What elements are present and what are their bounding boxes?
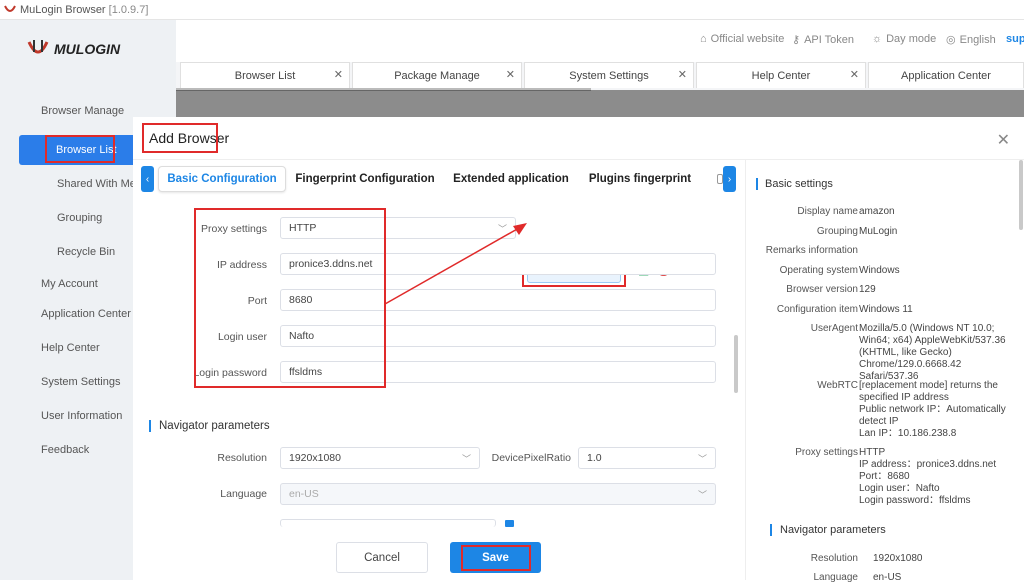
close-icon[interactable]: ✕ [506,68,515,81]
summary-value: en-US [873,572,902,583]
official-website-label: Official website [710,33,785,45]
summary-label: Grouping [816,226,858,237]
brand-logo: MULOGIN [26,38,120,60]
window-title: MuLogin Browser [20,3,106,16]
sidebar-item-grouping[interactable]: Grouping [57,212,102,224]
dpr-label: DevicePixelRatio [491,452,571,464]
sidebar-item-browser-manage[interactable]: Browser Manage [41,105,124,117]
summary-value: Windows 11 [859,304,913,315]
summary-value: Windows [859,265,900,276]
mulogin-logo-icon [4,5,16,12]
summary-scrollbar[interactable] [1019,160,1023,230]
tab-browser-list[interactable]: Browser List ✕ [180,62,350,88]
window-version: [1.0.9.7] [108,3,149,16]
tab-application-center[interactable]: Application Center [868,62,1024,88]
annotation-arrow [384,223,527,305]
close-icon[interactable]: ✕ [850,68,859,81]
sidebar-item-feedback[interactable]: Feedback [41,444,89,456]
summary-label: Language [813,572,859,583]
tab-help-center[interactable]: Help Center ✕ [696,62,866,88]
tab-label: Package Manage [394,69,480,82]
tab-label: System Settings [569,69,649,82]
tab-system-settings[interactable]: System Settings ✕ [524,62,694,88]
summary-value: [replacement mode] returns the specified… [859,380,1006,439]
vertical-scrollbar[interactable] [734,335,738,393]
tab-label: Help Center [751,69,811,82]
section-marker [149,420,151,432]
dpr-select[interactable]: 1.0 ﹀ [578,447,716,469]
summary-value: MuLogin [859,226,898,237]
add-browser-modal: Add Browser ✕ ‹ Basic Configuration Fing… [133,117,1024,583]
day-mode-toggle[interactable]: ☼ Day mode [872,33,936,45]
resolution-label: Resolution [217,452,267,464]
language-label: Language [220,488,267,500]
modal-header: Add Browser ✕ [133,117,1024,160]
section-marker [770,524,772,536]
mulogin-brand-icon [27,40,49,54]
save-highlight [461,545,531,571]
summary-label: Remarks information [765,245,858,256]
section-marker [756,178,758,190]
close-icon[interactable]: ✕ [997,130,1010,150]
browser-list-highlight [45,135,115,163]
navigator-section-title: Navigator parameters [159,420,270,432]
summary-value: amazon [859,206,895,217]
summary-label: Resolution [810,553,858,564]
sidebar-item-user-info[interactable]: User Information [41,410,122,422]
close-icon[interactable]: ✕ [678,68,687,81]
language-label: English [959,33,996,46]
sidebar-item-help[interactable]: Help Center [41,342,100,354]
chevron-down-icon: ﹀ [697,454,707,464]
day-mode-label: Day mode [886,33,937,45]
sidebar-item-system-settings[interactable]: System Settings [41,376,120,388]
sun-icon: ☼ [872,33,883,45]
summary-label: Operating system [779,265,858,276]
resolution-select[interactable]: 1920x1080 ﹀ [280,447,480,469]
summary-value: 129 [859,284,876,295]
summary-pane: Basic settings Display name amazon Group… [745,160,1024,583]
api-token-link[interactable]: ⚷ API Token [792,33,855,47]
sidebar-item-shared[interactable]: Shared With Me [57,178,136,190]
window-titlebar: MuLogin Browser [1.0.9.7] [0,0,1024,20]
tab-label: Application Center [901,69,991,82]
chevron-down-icon: ﹀ [697,490,707,500]
sidebar-item-recycle[interactable]: Recycle Bin [57,246,115,258]
summary-value: 1920x1080 [873,553,923,564]
config-pane: ‹ Basic Configuration Fingerprint Config… [133,160,745,580]
sidebar-item-account[interactable]: My Account [41,278,98,290]
title-highlight [142,123,218,153]
globe-icon: ◎ [946,34,956,46]
home-icon: ⌂ [700,33,707,45]
resolution-value: 1920x1080 [289,452,341,464]
basic-settings-title: Basic settings [765,178,833,190]
summary-label: Proxy settings [795,447,858,458]
official-website-link[interactable]: ⌂ Official website [700,33,784,45]
partial-input[interactable] [280,519,496,527]
dpr-value: 1.0 [587,452,602,464]
user-key-icon: ⚷ [792,34,801,46]
summary-label: WebRTC [817,380,858,391]
cancel-button[interactable]: Cancel [336,542,428,573]
summary-label: UserAgent [810,323,858,334]
sidebar-item-app-center[interactable]: Application Center [41,308,131,320]
language-select[interactable]: en-US ﹀ [280,483,716,505]
summary-navigator-title: Navigator parameters [780,524,886,536]
chevron-down-icon: ﹀ [461,454,471,464]
brand-name: MULOGIN [54,41,121,57]
tab-package-manage[interactable]: Package Manage ✕ [352,62,522,88]
api-token-label: API Token [804,33,855,46]
close-icon[interactable]: ✕ [334,68,343,81]
tab-label: Browser List [234,69,296,82]
summary-label: Browser version [786,284,858,295]
language-value: en-US [289,488,319,500]
summary-value: HTTP IP address：pronice3.ddns.net Port：8… [859,447,997,506]
summary-label: Configuration item [776,304,858,315]
user-menu[interactable]: sup [1006,33,1024,45]
summary-value: Mozilla/5.0 (Windows NT 10.0; Win64; x64… [859,323,1009,382]
language-selector[interactable]: ◎ English [946,33,996,47]
summary-label: Display name [797,206,858,217]
checkbox-icon[interactable] [505,520,514,527]
